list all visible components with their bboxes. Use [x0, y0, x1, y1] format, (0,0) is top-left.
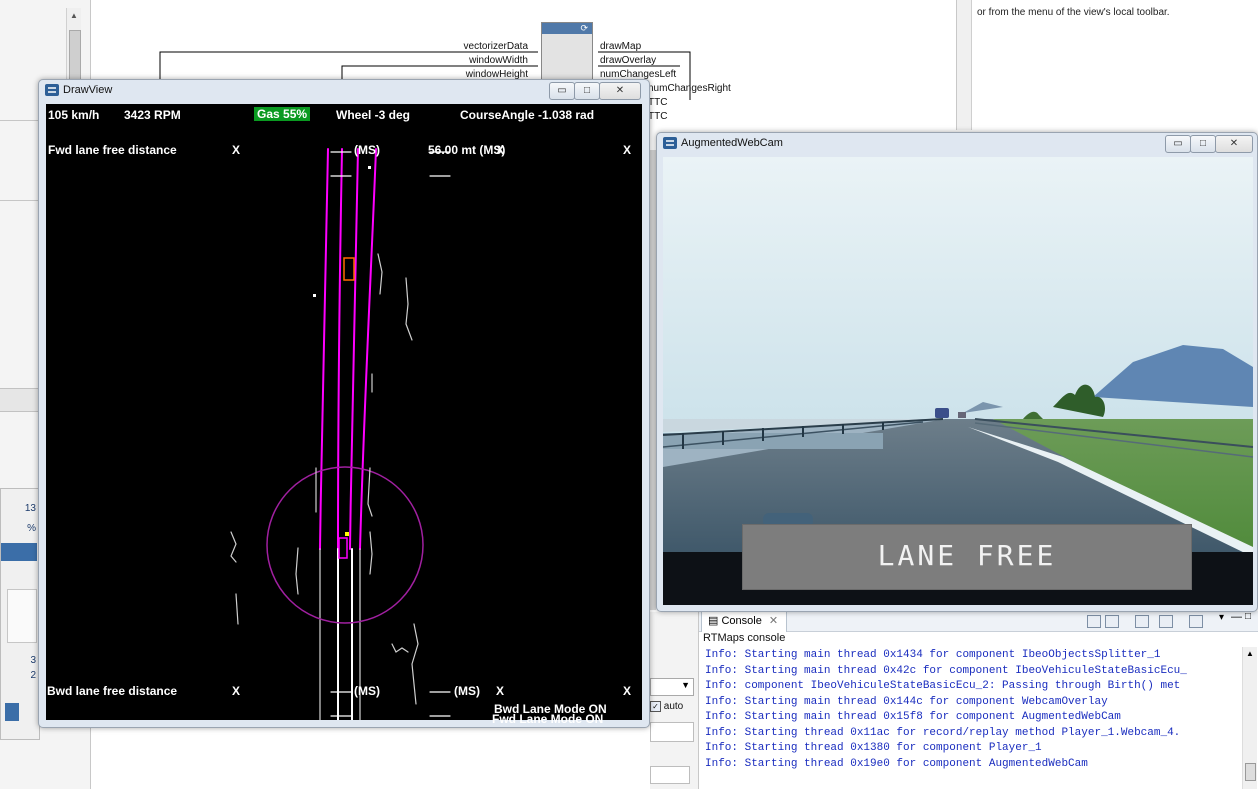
side-widget: ▼ ✓ auto: [650, 612, 698, 789]
console-line: Info: Starting main thread 0x144c for co…: [705, 695, 1108, 708]
console-scrollbar[interactable]: ▲: [1242, 647, 1257, 789]
wheel-readout: Wheel -3 deg: [336, 108, 411, 122]
port-input[interactable]: vectorizerData: [408, 41, 528, 52]
lane-status-banner: LANE FREE: [742, 524, 1192, 590]
close-marker-icon: X: [232, 143, 241, 157]
maximize-icon[interactable]: □: [1245, 611, 1251, 622]
bwd-lane-label: Bwd lane free distance: [47, 684, 178, 698]
port-output[interactable]: TTC: [648, 111, 667, 122]
close-marker-icon: X: [623, 143, 632, 157]
bwd-ms-right: (MS): [454, 684, 480, 698]
pin-console-icon[interactable]: [1135, 615, 1149, 628]
scroll-up-icon[interactable]: ▲: [70, 11, 78, 20]
console-output: Info: Starting main thread 0x1434 for co…: [705, 649, 1241, 789]
app-icon: [45, 84, 59, 96]
fwd-lane-mode: Fwd Lane Mode ON: [492, 712, 604, 726]
fwd-ms-right: 56.00 mt (MS): [428, 143, 506, 157]
mini-value: 2: [30, 670, 36, 681]
close-tab-icon[interactable]: ✕: [769, 615, 778, 627]
drawview-window[interactable]: DrawView ▭ □ ✕ 105 km/h 3423 RPM Gas 55%…: [38, 79, 650, 728]
console-line: Info: component IbeoVehiculeStateBasicEc…: [705, 680, 1181, 692]
view-menu-icon[interactable]: ▾: [1219, 612, 1224, 623]
fwd-lane-label: Fwd lane free distance: [48, 143, 177, 157]
minimize-button[interactable]: ▭: [549, 82, 575, 100]
port-input[interactable]: windowWidth: [408, 55, 528, 66]
course-angle-readout: CourseAngle -1.038 rad: [460, 108, 595, 122]
help-panel: or from the menu of the view's local too…: [956, 0, 1258, 130]
close-marker-icon: X: [232, 684, 241, 698]
console-line: Info: Starting main thread 0x42c for com…: [705, 664, 1187, 677]
close-button[interactable]: ✕: [1215, 135, 1253, 153]
open-console-icon[interactable]: [1189, 615, 1203, 628]
camera-view: LANE FREE: [663, 157, 1253, 605]
properties-mini-panel: 13 % 3 2: [0, 488, 40, 740]
console-tab-label: Console: [721, 615, 762, 627]
console-tab-row: ▤ Console ✕ ▾ — □: [699, 611, 1258, 632]
mini-value: 3: [30, 655, 36, 666]
clear-console-icon[interactable]: [1087, 615, 1101, 628]
minimize-icon[interactable]: —: [1231, 611, 1242, 623]
window-title: AugmentedWebCam: [681, 137, 783, 149]
checkbox-icon: ✓: [650, 701, 661, 712]
webcam-titlebar[interactable]: AugmentedWebCam ▭ □ ✕: [657, 133, 1257, 155]
close-marker-icon: X: [623, 684, 632, 698]
app-icon: [663, 137, 677, 149]
augmented-webcam-window[interactable]: AugmentedWebCam ▭ □ ✕ LANE FREE: [656, 132, 1258, 612]
draw-canvas: 105 km/h 3423 RPM Gas 55% Wheel -3 deg C…: [46, 104, 642, 720]
console-line: Info: Starting thread 0x1380 for compone…: [705, 742, 1042, 754]
mini-value: %: [27, 523, 36, 534]
auto-checkbox[interactable]: ✓ auto: [650, 701, 683, 712]
maximize-button[interactable]: □: [574, 82, 600, 100]
scroll-thumb[interactable]: [1245, 763, 1256, 781]
gas-readout: Gas 55%: [254, 107, 311, 121]
lane-map-drawing: [230, 148, 451, 720]
port-output[interactable]: TTC: [648, 97, 667, 108]
chevron-down-icon: ▼: [681, 680, 690, 690]
console-line: Info: Starting thread 0x11ac for record/…: [705, 726, 1181, 739]
display-console-icon[interactable]: [1159, 615, 1173, 628]
console-line: Info: Starting main thread 0x1434 for co…: [705, 649, 1161, 661]
auto-label: auto: [663, 701, 684, 712]
selected-row[interactable]: [1, 543, 37, 561]
scroll-lock-icon[interactable]: [1105, 615, 1119, 628]
window-title: DrawView: [63, 84, 113, 96]
scroll-up-icon[interactable]: ▲: [1246, 649, 1254, 658]
console-icon: ▤: [708, 615, 722, 627]
close-button[interactable]: ✕: [599, 82, 641, 100]
mini-button[interactable]: [5, 703, 19, 721]
text-input[interactable]: [650, 766, 690, 784]
help-text: or from the menu of the view's local too…: [977, 7, 1170, 18]
port-output[interactable]: drawMap: [600, 41, 641, 52]
fwd-ms-left: (MS): [354, 143, 380, 157]
minimize-button[interactable]: ▭: [1165, 135, 1191, 153]
console-tab[interactable]: ▤ Console ✕: [701, 611, 788, 632]
scroll-thumb[interactable]: [69, 30, 81, 82]
mini-value: 13: [24, 503, 36, 514]
speed-readout: 105 km/h: [48, 108, 100, 122]
rpm-readout: 3423 RPM: [124, 108, 181, 122]
console-subtitle: RTMaps console: [703, 632, 786, 644]
maximize-button[interactable]: □: [1190, 135, 1216, 153]
port-output[interactable]: drawOverlay: [600, 55, 656, 66]
console-line: Info: Starting thread 0x19e0 for compone…: [705, 757, 1088, 770]
close-marker-icon: X: [496, 684, 505, 698]
dropdown[interactable]: ▼: [650, 678, 694, 696]
refresh-icon: ⟳: [542, 23, 592, 34]
close-marker-icon: X: [496, 143, 505, 157]
help-panel-scrollbar[interactable]: [957, 0, 972, 130]
spin-input[interactable]: [650, 722, 694, 742]
port-output[interactable]: numChangesRight: [648, 83, 731, 94]
mini-box: [7, 589, 37, 643]
console-panel: ▤ Console ✕ ▾ — □ RTMaps console Info: S…: [698, 611, 1258, 789]
bwd-ms-left: (MS): [354, 684, 380, 698]
console-line: Info: Starting main thread 0x15f8 for co…: [705, 711, 1121, 723]
drawview-titlebar[interactable]: DrawView ▭ □ ✕: [39, 80, 649, 102]
lane-status-text: LANE FREE: [877, 539, 1057, 572]
